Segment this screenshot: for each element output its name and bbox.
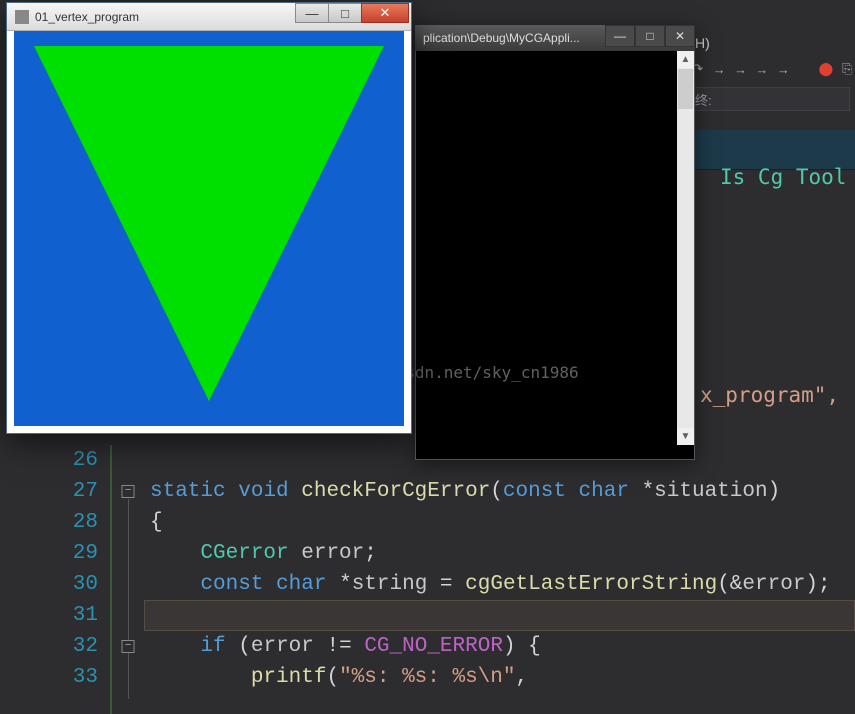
line-number: 32 [30,631,98,662]
line-number: 30 [30,569,98,600]
maximize-button[interactable]: □ [328,3,362,23]
app-icon [15,10,29,24]
console-window[interactable] [415,25,695,460]
editor-tab-bar[interactable] [690,130,855,170]
line-number: 29 [30,538,98,569]
maximize-button[interactable]: □ [635,25,665,47]
line-number: 33 [30,662,98,693]
opengl-window[interactable]: 01_vertex_program — □ ✕ [6,2,412,434]
ide-top-bar: H) ↷ → → → → ⬤ ⎘ 终: [690,25,855,135]
code-content[interactable]: static void checkForCgError(const char *… [150,445,855,714]
opengl-window-buttons: — □ ✕ [296,3,409,23]
opengl-titlebar[interactable]: 01_vertex_program — □ ✕ [7,3,411,31]
console-titlebar[interactable]: plication\Debug\MyCGAppli... — □ ✕ [415,25,695,51]
close-button[interactable]: ✕ [665,25,695,47]
ide-search-bar[interactable]: 终: [690,87,850,111]
step-icon[interactable]: → [754,60,769,78]
search-label: 终: [695,90,712,109]
line-number: 28 [30,507,98,538]
green-triangle [34,46,384,401]
close-button[interactable]: ✕ [361,3,409,23]
opengl-title-text: 01_vertex_program [35,10,139,24]
line-number-gutter: 26 27 28 29 30 31 32 33 [30,445,110,714]
console-scrollbar[interactable]: ▲ ▼ [677,51,694,445]
scroll-down-icon[interactable]: ▼ [677,428,694,445]
fold-margin: − − [110,445,144,714]
fold-toggle-icon[interactable]: − [122,640,135,653]
opengl-canvas [14,31,404,426]
step-icon[interactable]: → [711,60,726,78]
step-icon[interactable]: → [776,60,791,78]
toolbar-icon[interactable]: ⎘ [840,60,855,78]
code-editor[interactable]: 26 27 28 29 30 31 32 33 − − static void … [30,445,855,714]
comment-text: Is Cg Tool [720,165,846,189]
minimize-button[interactable]: — [605,25,635,47]
console-window-buttons: — □ ✕ [605,25,695,47]
scroll-up-icon[interactable]: ▲ [677,51,694,68]
breakpoint-icon[interactable]: ⬤ [818,60,833,78]
line-number: 27 [30,476,98,507]
line-number: 26 [30,445,98,476]
console-title-text: plication\Debug\MyCGAppli... [423,31,580,45]
fold-toggle-icon[interactable]: − [122,485,135,498]
fold-line [128,499,129,699]
menu-help[interactable]: H) [695,35,710,51]
code-fragment: x_program", [700,380,839,411]
scrollbar-thumb[interactable] [678,69,693,109]
step-icon[interactable]: → [733,60,748,78]
line-number: 31 [30,600,98,631]
minimize-button[interactable]: — [295,3,329,23]
ide-toolbar: ↷ → → → → ⬤ ⎘ [690,60,855,78]
